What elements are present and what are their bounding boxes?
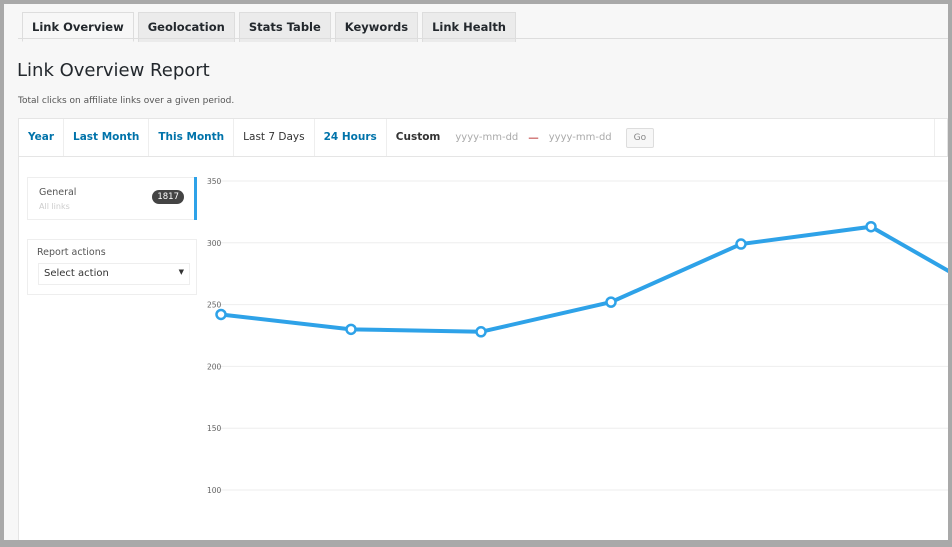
go-button[interactable]: Go — [625, 127, 655, 148]
end-date-input[interactable]: yyyy-mm-dd — [549, 132, 612, 143]
data-point — [215, 308, 227, 321]
filter-year[interactable]: Year — [19, 119, 65, 156]
y-tick-label: 150 — [207, 424, 222, 433]
page-description: Total clicks on affiliate links over a g… — [18, 96, 235, 106]
y-tick-label: 350 — [207, 177, 222, 186]
filter-last-7-days[interactable]: Last 7 Days — [234, 119, 315, 156]
y-tick-label: 300 — [207, 239, 222, 248]
filter-this-month[interactable]: This Month — [149, 119, 235, 156]
data-point — [475, 326, 487, 338]
divider — [934, 119, 935, 156]
date-filter-bar: Year Last Month This Month Last 7 Days 2… — [18, 118, 948, 157]
page-title: Link Overview Report — [17, 60, 210, 81]
y-tick-label: 100 — [207, 486, 222, 495]
custom-label: Custom — [395, 131, 441, 143]
data-point — [345, 323, 357, 336]
start-date-input[interactable]: yyyy-mm-dd — [455, 132, 518, 143]
filter-24-hours[interactable]: 24 Hours — [315, 119, 387, 156]
y-tick-label: 250 — [207, 301, 222, 310]
line-chart: 350 300 250 200 150 100 — [207, 177, 948, 495]
filter-last-month[interactable]: Last Month — [64, 119, 150, 156]
data-point — [865, 220, 877, 233]
data-point — [605, 296, 617, 308]
data-point — [735, 238, 747, 250]
date-separator: — — [528, 131, 539, 144]
tab-divider — [18, 38, 948, 39]
app-window: Link Overview Geolocation Stats Table Ke… — [4, 4, 948, 540]
report-content: General All links 1817 Report actions Se… — [18, 157, 948, 540]
y-tick-label: 200 — [207, 362, 222, 371]
